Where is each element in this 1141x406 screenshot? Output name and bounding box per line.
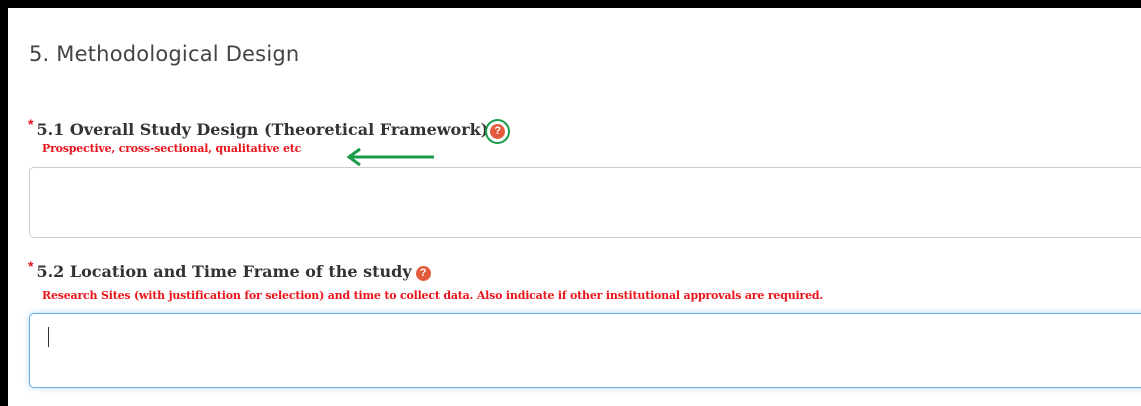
question-circle-icon[interactable]: ? <box>415 266 431 281</box>
required-asterisk: * <box>28 258 34 274</box>
hint-study-design: Prospective, cross-sectional, qualitativ… <box>42 142 302 155</box>
required-asterisk: * <box>28 116 34 132</box>
hint-location-time: Research Sites (with justification for s… <box>42 289 824 302</box>
field-label-location-time: * 5.2 Location and Time Frame of the stud… <box>28 258 431 281</box>
form-panel: 5. Methodological Design * 5.1 Overall St… <box>8 8 1141 406</box>
section-title: 5. Methodological Design <box>29 42 300 66</box>
location-time-textarea[interactable] <box>29 313 1141 388</box>
label-text: 5.1 Overall Study Design (Theoretical Fr… <box>36 120 489 139</box>
text-caret <box>48 327 49 347</box>
field-label-study-design: * 5.1 Overall Study Design (Theoretical F… <box>28 116 506 139</box>
annotation-arrow-icon <box>346 147 434 167</box>
label-text: 5.2 Location and Time Frame of the study <box>36 262 412 281</box>
study-design-textarea[interactable] <box>29 167 1141 238</box>
question-circle-icon[interactable]: ? <box>490 124 506 139</box>
